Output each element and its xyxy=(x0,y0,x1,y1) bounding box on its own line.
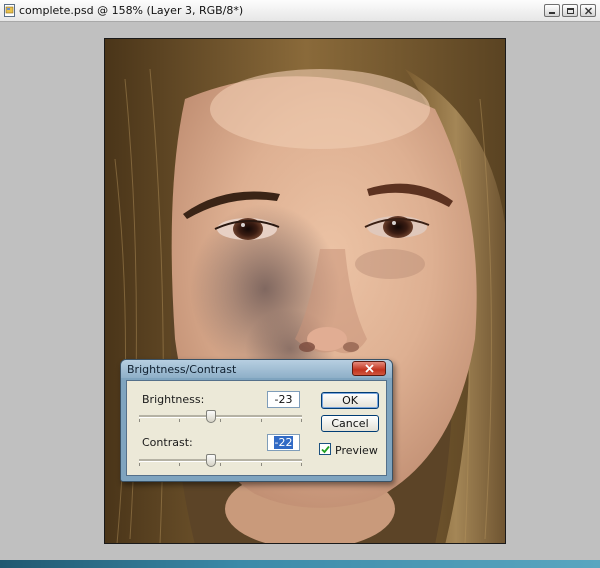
slider-tick xyxy=(179,419,180,422)
slider-tick xyxy=(139,463,140,466)
contrast-slider-track xyxy=(139,459,302,462)
restore-button[interactable] xyxy=(562,4,578,17)
dialog-close-button[interactable] xyxy=(352,361,386,376)
close-icon xyxy=(585,7,592,15)
slider-tick xyxy=(139,419,140,422)
canvas-area[interactable] xyxy=(0,22,600,568)
brightness-label: Brightness: xyxy=(142,393,205,406)
ok-button[interactable]: OK xyxy=(321,392,379,409)
contrast-slider-thumb[interactable] xyxy=(206,454,216,467)
contrast-value: -22 xyxy=(273,436,294,449)
status-strip xyxy=(0,560,600,568)
brightness-slider-track xyxy=(139,415,302,418)
minimize-button[interactable] xyxy=(544,4,560,17)
brightness-contrast-dialog[interactable]: Brightness/Contrast Brightness: -23 Cont… xyxy=(120,359,393,482)
contrast-slider[interactable] xyxy=(139,454,302,468)
brightness-input[interactable]: -23 xyxy=(267,391,300,408)
document-titlebar[interactable]: complete.psd @ 158% (Layer 3, RGB/8*) xyxy=(0,0,600,22)
contrast-label: Contrast: xyxy=(142,436,193,449)
checkmark-icon xyxy=(321,445,330,454)
restore-icon xyxy=(567,8,574,14)
slider-tick xyxy=(261,419,262,422)
slider-tick xyxy=(301,419,302,422)
slider-tick xyxy=(220,419,221,422)
contrast-input[interactable]: -22 xyxy=(267,434,300,451)
minimize-icon xyxy=(549,12,555,14)
preview-checkbox[interactable] xyxy=(319,443,331,455)
document-title: complete.psd @ 158% (Layer 3, RGB/8*) xyxy=(19,4,244,17)
slider-tick xyxy=(220,463,221,466)
brightness-slider[interactable] xyxy=(139,410,302,424)
close-icon xyxy=(365,364,374,373)
dialog-titlebar[interactable]: Brightness/Contrast xyxy=(121,360,392,378)
slider-tick xyxy=(301,463,302,466)
brightness-value: -23 xyxy=(274,393,293,406)
slider-tick xyxy=(179,463,180,466)
window-controls xyxy=(544,4,596,17)
preview-label[interactable]: Preview xyxy=(335,444,378,457)
dialog-body: Brightness: -23 Contrast: -22 OK Cancel … xyxy=(126,380,387,476)
cancel-button[interactable]: Cancel xyxy=(321,415,379,432)
brightness-slider-thumb[interactable] xyxy=(206,410,216,423)
slider-tick xyxy=(261,463,262,466)
dialog-title: Brightness/Contrast xyxy=(127,363,237,376)
psd-file-icon xyxy=(4,4,16,17)
close-button[interactable] xyxy=(580,4,596,17)
